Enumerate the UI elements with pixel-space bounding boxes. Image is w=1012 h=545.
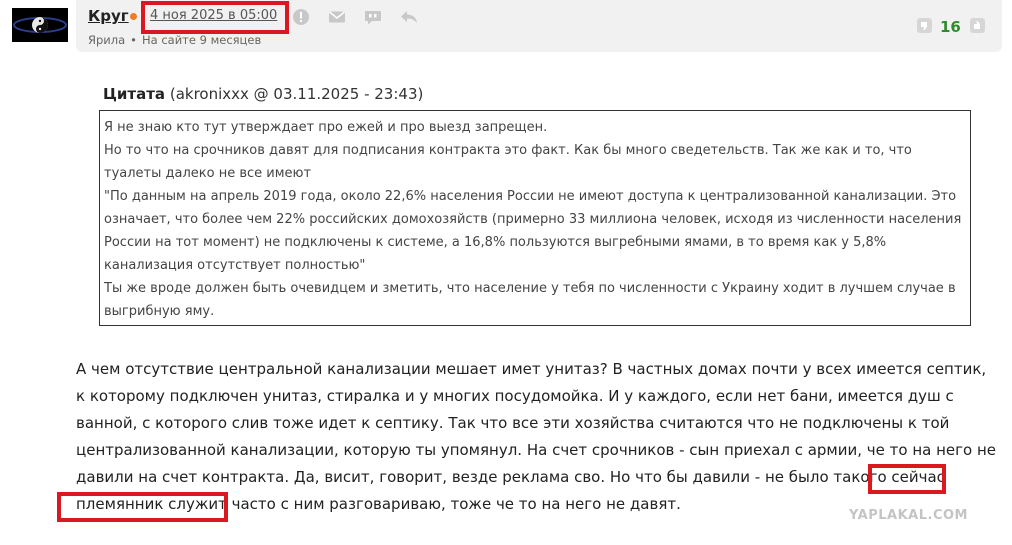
- quote-bubble-icon[interactable]: [364, 8, 382, 26]
- quote-box: Я не знаю кто тут утверждает про ежей и …: [99, 110, 971, 326]
- reply-arrow-icon[interactable]: [400, 8, 418, 26]
- thumbs-up-icon[interactable]: [969, 17, 986, 34]
- quote-line: Я не знаю кто тут утверждает про ежей и …: [104, 120, 548, 135]
- quote-source: (akronixxx @ 03.11.2025 - 23:43): [169, 85, 424, 103]
- quote-line: "По данным на апрель 2019 года, около 22…: [104, 189, 962, 273]
- online-indicator: [130, 13, 137, 20]
- author-on-site: На сайте 9 месяцев: [141, 33, 262, 47]
- thumbs-down-icon[interactable]: [916, 17, 933, 34]
- meta-separator: •: [130, 33, 137, 47]
- author-location: Ярила: [88, 33, 126, 47]
- quote-label: Цитата: [103, 85, 166, 103]
- avatar[interactable]: [12, 8, 68, 42]
- post-rating: 16: [940, 18, 961, 36]
- quote-line: Ты же вроде должен быть очевидцем и змет…: [104, 281, 956, 319]
- highlight-box-nephew: [57, 492, 228, 522]
- highlight-box-now: [868, 464, 946, 494]
- site-watermark: YAPLAKAL.COM: [849, 508, 968, 523]
- envelope-icon[interactable]: [328, 8, 346, 26]
- quote-header: Цитата (akronixxx @ 03.11.2025 - 23:43): [103, 85, 423, 103]
- quote-line: Но то что на срочников давят для подписа…: [104, 143, 912, 181]
- highlight-box-date: [141, 1, 289, 34]
- exclamation-circle-icon[interactable]: [292, 8, 310, 26]
- author-meta: Ярила • На сайте 9 месяцев: [88, 33, 261, 47]
- username-link[interactable]: Круг: [88, 7, 129, 25]
